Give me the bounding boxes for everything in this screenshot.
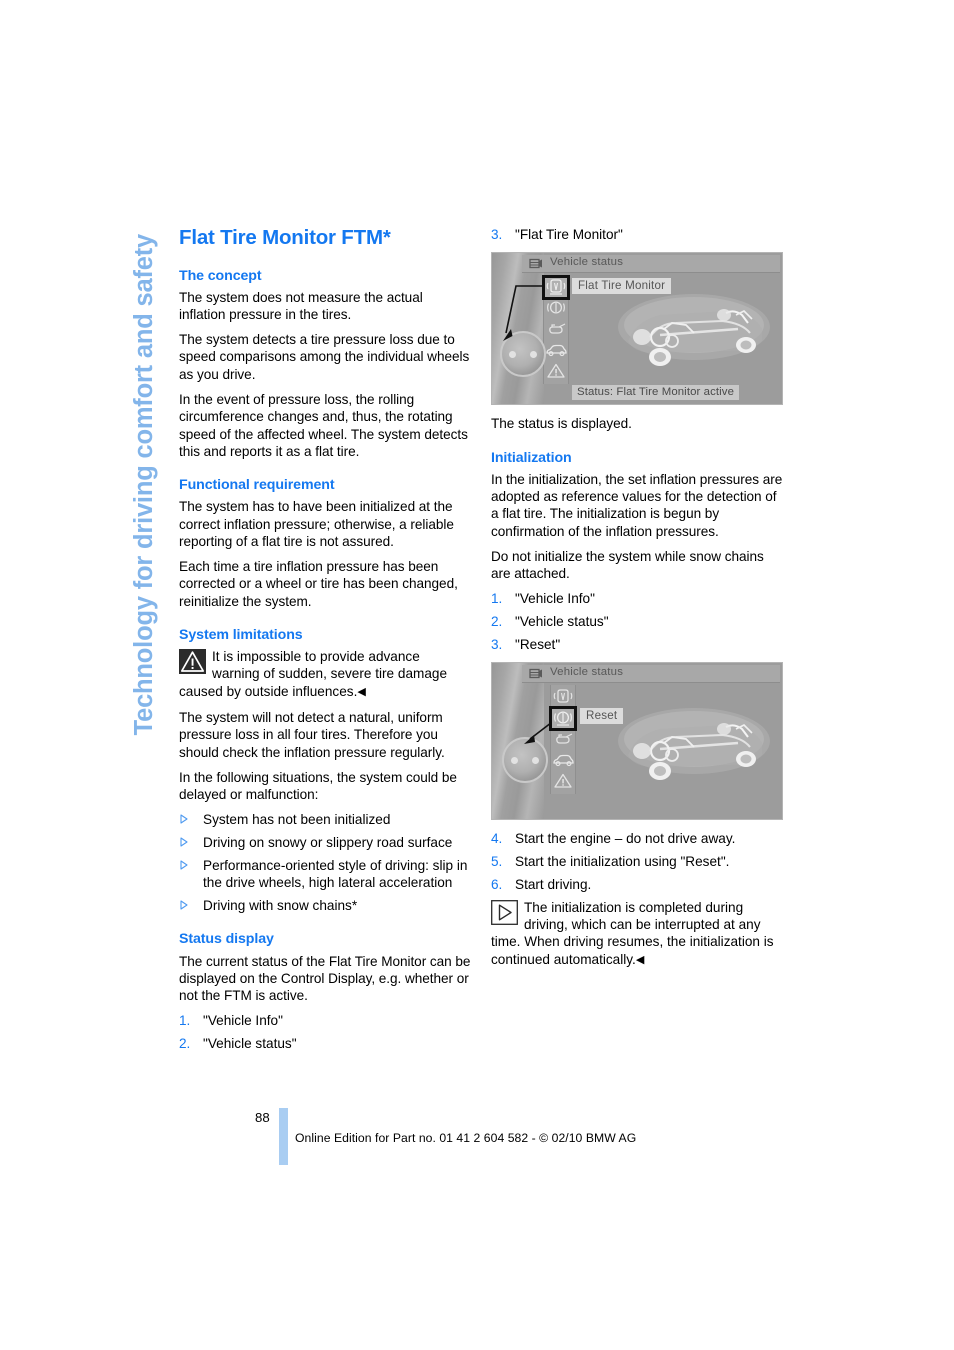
list-item: 1. "Vehicle Info" xyxy=(179,1012,471,1029)
list-item: Performance-oriented style of driving: s… xyxy=(179,857,471,892)
left-column: Flat Tire Monitor FTM* The concept The s… xyxy=(179,226,471,1058)
flat-tire-monitor-icon[interactable] xyxy=(542,275,570,301)
brake-icon[interactable] xyxy=(549,706,577,732)
warning-triangle-icon xyxy=(179,649,206,675)
note-endmark: ◀ xyxy=(635,953,645,966)
step-number: 3. xyxy=(491,637,503,652)
status-display-step-list-continued: 3. "Flat Tire Monitor" xyxy=(491,226,783,243)
step-number: 1. xyxy=(491,591,503,607)
step-label: "Vehicle Info" xyxy=(515,591,595,607)
step-number: 6. xyxy=(491,876,503,892)
status-display-paragraph: The current status of the Flat Tire Moni… xyxy=(179,953,471,1004)
page-number: 88 xyxy=(255,1110,270,1125)
list-item-label: System has not been initialized xyxy=(203,812,391,828)
list-item: 3. "Flat Tire Monitor" xyxy=(491,226,783,243)
warning-notice: It is impossible to provide advance warn… xyxy=(179,648,471,701)
initialization-step-list-continued: 4. Start the engine – do not drive away.… xyxy=(491,830,783,893)
concept-paragraph: The system detects a tire pressure loss … xyxy=(179,332,470,382)
step-label: "Reset" xyxy=(515,637,561,652)
initialization-step-list: 1. "Vehicle Info" 2. "Vehicle status" 3.… xyxy=(491,590,783,653)
warning-notice-text: It is impossible to provide advance warn… xyxy=(179,649,448,699)
page-title: Flat Tire Monitor FTM* xyxy=(179,226,391,249)
status-display-step-list: 1. "Vehicle Info" 2. "Vehicle status" xyxy=(179,1012,471,1052)
list-item: System has not been initialized xyxy=(179,811,471,828)
flat-tire-monitor-icon[interactable] xyxy=(551,687,575,708)
section-heading-initialization: Initialization xyxy=(491,449,572,466)
control-display-header-label: Vehicle status xyxy=(550,666,624,679)
list-item: 1. "Vehicle Info" xyxy=(491,590,783,607)
section-heading-concept: The concept xyxy=(179,267,262,284)
step-label: Start the initialization using "Reset". xyxy=(515,854,730,870)
section-heading-system-limitations: System limitations xyxy=(179,627,303,644)
section-heading-functional-requirement: Functional requirement xyxy=(179,477,335,494)
list-item: 3. "Reset" xyxy=(491,636,783,653)
footer-note: Online Edition for Part no. 01 41 2 604 … xyxy=(295,1131,637,1145)
list-item: Driving with snow chains* xyxy=(179,897,471,914)
step-number: 4. xyxy=(491,831,503,847)
list-item: 5. Start the initialization using "Reset… xyxy=(491,853,783,870)
control-display-screenshot-status: Vehicle status Flat Tire Monitor Status:… xyxy=(491,252,783,406)
vehicle-status-icon xyxy=(529,667,543,679)
system-limitations-paragraph: The system will not detect a natural, un… xyxy=(179,710,445,760)
concept-paragraph: The system does not measure the actual i… xyxy=(179,289,423,322)
list-item: 2. "Vehicle status" xyxy=(179,1035,471,1052)
step-label: "Flat Tire Monitor" xyxy=(515,227,623,242)
functional-requirement-paragraph: Each time a tire inflation pressure has … xyxy=(179,559,458,609)
side-tab: Technology for driving comfort and safet… xyxy=(0,0,158,900)
step-label: "Vehicle status" xyxy=(515,614,609,630)
initialization-paragraph: In the initialization, the set inflation… xyxy=(491,471,783,539)
list-item: 6. Start driving. xyxy=(491,876,783,893)
section-heading-status-display: Status display xyxy=(179,931,274,948)
note-notice: The initialization is completed during d… xyxy=(491,899,783,969)
vehicle-diagram xyxy=(618,294,770,367)
list-item-label: Driving with snow chains* xyxy=(203,898,358,914)
control-display-header-label: Vehicle status xyxy=(550,256,624,269)
system-limitations-bullet-list: System has not been initialized Driving … xyxy=(179,811,471,914)
note-triangle-icon xyxy=(491,899,518,925)
system-limitations-paragraph: In the following situations, the system … xyxy=(179,769,457,803)
footer-accent-bar xyxy=(279,1108,288,1165)
initialization-paragraph: Do not initialize the system while snow … xyxy=(491,548,764,582)
note-notice-text: The initialization is completed during d… xyxy=(491,899,774,967)
vehicle-status-icon xyxy=(529,257,543,269)
list-item-label: Performance-oriented style of driving: s… xyxy=(203,858,468,891)
control-display-header: Vehicle status xyxy=(522,255,780,274)
side-tab-label: Technology for driving comfort and safet… xyxy=(130,234,158,736)
list-item-label: Driving on snowy or slippery road surfac… xyxy=(203,835,453,851)
step-label: Start the engine – do not drive away. xyxy=(515,831,736,847)
step-label: Start driving. xyxy=(515,876,592,892)
right-column: 3. "Flat Tire Monitor" Vehicle status Fl… xyxy=(491,226,783,977)
concept-paragraph: In the event of pressure loss, the rolli… xyxy=(179,392,468,459)
functional-requirement-paragraph: The system has to have been initialized … xyxy=(179,499,454,549)
warning-triangle-icon[interactable] xyxy=(551,771,575,792)
vehicle-diagram xyxy=(618,708,770,781)
step-label: "Vehicle Info" xyxy=(203,1013,283,1029)
control-display-screenshot-reset: Vehicle status Reset xyxy=(491,662,783,821)
list-item: 2. "Vehicle status" xyxy=(491,613,783,630)
status-caption: The status is displayed. xyxy=(491,416,632,432)
control-display-status-line: Status: Flat Tire Monitor active xyxy=(572,385,740,401)
step-label: "Vehicle status" xyxy=(203,1036,297,1052)
step-number: 2. xyxy=(491,614,503,630)
step-number: 1. xyxy=(179,1013,191,1029)
control-display-header: Vehicle status xyxy=(522,665,780,684)
step-number: 5. xyxy=(491,854,503,870)
warning-endmark: ◀ xyxy=(357,685,366,698)
step-number: 2. xyxy=(179,1036,191,1052)
list-item: 4. Start the engine – do not drive away. xyxy=(491,830,783,847)
list-item: Driving on snowy or slippery road surfac… xyxy=(179,834,471,851)
step-number: 3. xyxy=(491,227,503,242)
manual-page: Technology for driving comfort and safet… xyxy=(0,0,954,1350)
warning-triangle-icon[interactable] xyxy=(544,361,568,382)
